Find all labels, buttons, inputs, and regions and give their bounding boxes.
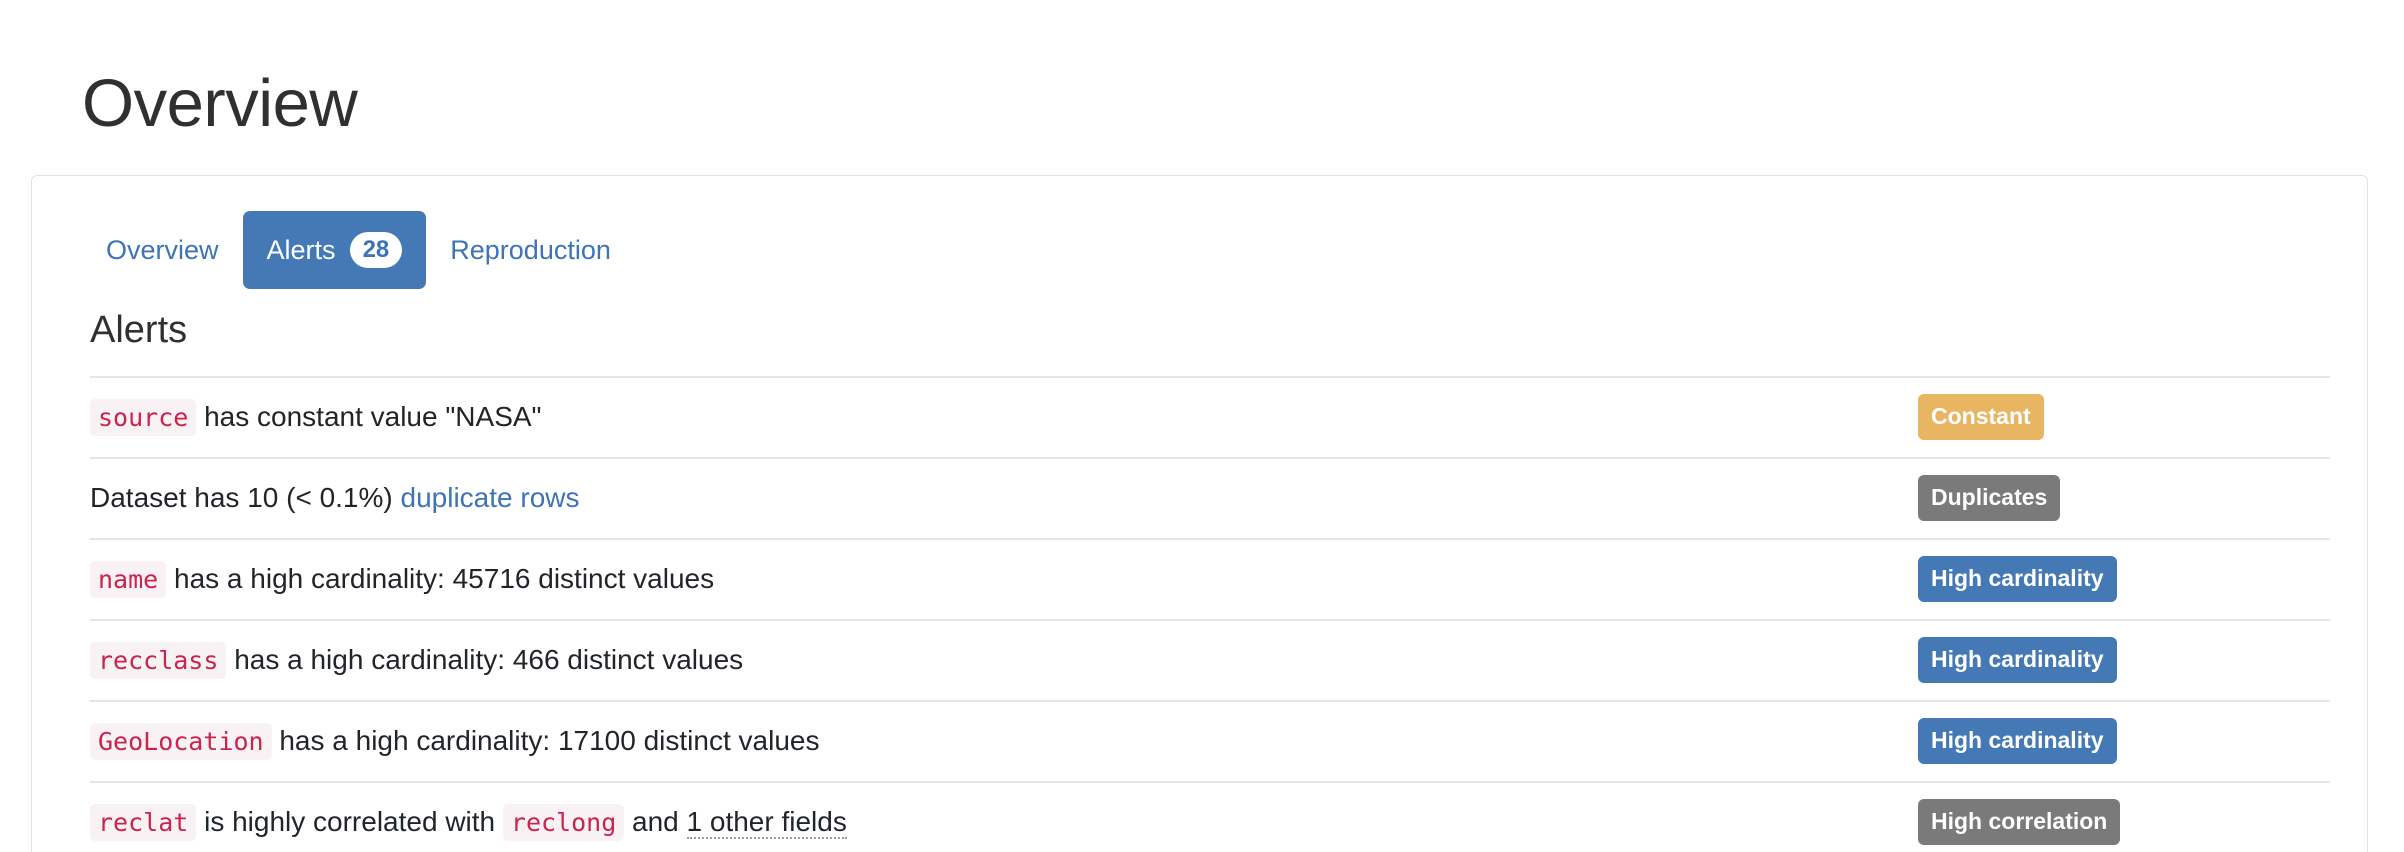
tab-label: Overview xyxy=(106,234,219,265)
alert-row: source has constant value "NASA" Constant xyxy=(90,376,2330,458)
alert-badge-cell: High cardinality xyxy=(1910,620,2330,701)
tab-count-badge: 28 xyxy=(349,232,403,268)
alert-badge-cell: High cardinality xyxy=(1910,539,2330,620)
report-card: Overview Alerts 28 Reproduction Alerts sour… xyxy=(31,175,2368,852)
alert-message: name has a high cardinality: 45716 disti… xyxy=(90,539,1910,620)
alert-row: GeoLocation has a high cardinality: 1710… xyxy=(90,700,2330,782)
column-name-code: reclat xyxy=(90,803,197,841)
report-tabs: Overview Alerts 28 Reproduction xyxy=(82,211,2327,289)
status-badge: High correlation xyxy=(1918,799,2121,846)
column-name-code: reclong xyxy=(502,803,625,841)
alert-row: reclat is highly correlated with reclong… xyxy=(90,781,2330,852)
tab-label: Reproduction xyxy=(450,234,611,265)
profile-report-page: Overview Overview Alerts 28 Reproduction Al… xyxy=(0,0,2404,852)
alert-badge-cell: High cardinality xyxy=(1910,701,2330,782)
tab-overview[interactable]: Overview xyxy=(82,216,243,285)
tab-label: Alerts xyxy=(266,234,336,265)
alert-badge-cell: High correlation xyxy=(1910,782,2330,852)
status-badge: Duplicates xyxy=(1918,475,2061,522)
alert-text-fragment: and xyxy=(624,805,687,837)
column-name-code: GeoLocation xyxy=(90,722,272,760)
alert-text-fragment: has a high cardinality: 17100 distinct v… xyxy=(271,724,820,756)
alert-row: name has a high cardinality: 45716 disti… xyxy=(90,538,2330,620)
page-title: Overview xyxy=(82,65,358,141)
alert-text-fragment: has constant value "NASA" xyxy=(196,400,542,432)
alert-row: recclass has a high cardinality: 466 dis… xyxy=(90,619,2330,701)
tab-reproduction[interactable]: Reproduction xyxy=(426,216,635,285)
alert-message: source has constant value "NASA" xyxy=(90,377,1910,458)
alert-message: GeoLocation has a high cardinality: 1710… xyxy=(90,701,1910,782)
status-badge: High cardinality xyxy=(1918,556,2117,603)
duplicate-rows-link[interactable]: duplicate rows xyxy=(401,482,580,513)
alert-message: reclat is highly correlated with reclong… xyxy=(90,782,1910,852)
alert-text-fragment: is highly correlated with xyxy=(196,805,503,837)
alerts-table: source has constant value "NASA" Constant… xyxy=(90,376,2330,852)
report-card-body: Overview Alerts 28 Reproduction Alerts sour… xyxy=(32,176,2367,852)
status-badge: High cardinality xyxy=(1918,718,2117,765)
alert-badge-cell: Constant xyxy=(1910,377,2330,458)
alert-text-fragment: has a high cardinality: 45716 distinct v… xyxy=(166,562,715,594)
status-badge: Constant xyxy=(1918,394,2044,441)
alert-text-fragment: has a high cardinality: 466 distinct val… xyxy=(226,643,744,675)
alert-row: Dataset has 10 (< 0.1%) duplicate rows Du… xyxy=(90,457,2330,539)
status-badge: High cardinality xyxy=(1918,637,2117,684)
other-fields-hint[interactable]: 1 other fields xyxy=(686,805,847,839)
tab-alerts[interactable]: Alerts 28 xyxy=(242,211,427,289)
alert-message: recclass has a high cardinality: 466 dis… xyxy=(90,620,1910,701)
alert-text-fragment: Dataset has 10 (< 0.1%) xyxy=(90,481,401,513)
column-name-code: recclass xyxy=(90,641,227,679)
column-name-code: source xyxy=(90,398,197,436)
column-name-code: name xyxy=(90,560,167,598)
alert-message: Dataset has 10 (< 0.1%) duplicate rows xyxy=(90,458,1910,539)
alerts-section-heading: Alerts xyxy=(90,309,188,351)
alert-badge-cell: Duplicates xyxy=(1910,458,2330,539)
